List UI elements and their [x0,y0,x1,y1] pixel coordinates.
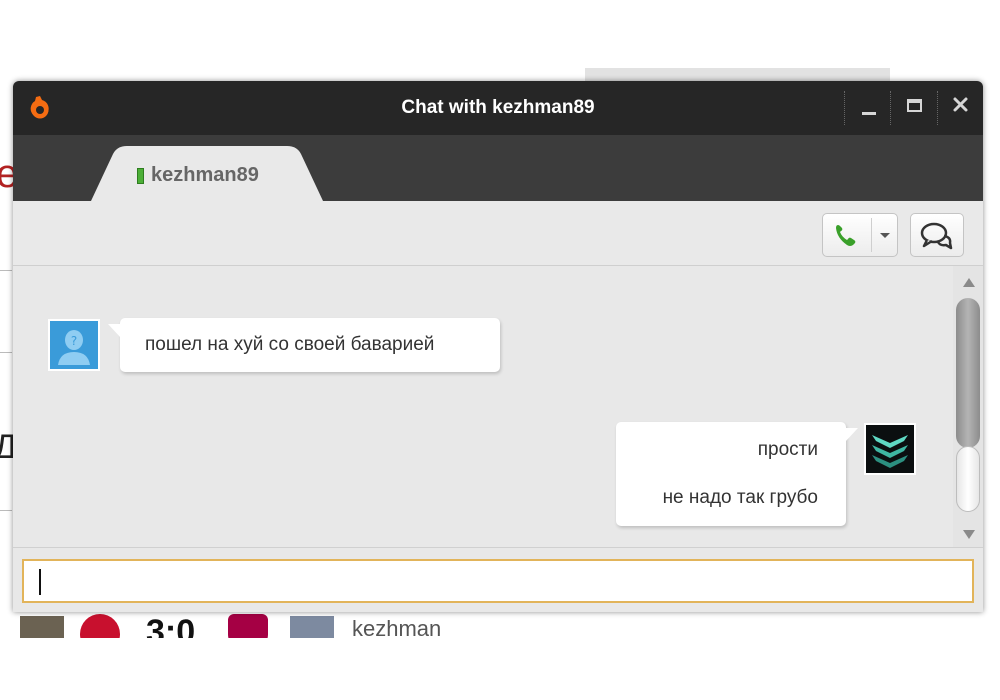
phone-icon [836,225,856,246]
message-input[interactable] [22,559,974,603]
close-icon [953,97,968,112]
message-scrollbar[interactable] [953,266,983,547]
scrollbar-track[interactable] [956,298,980,448]
default-user-avatar[interactable]: ? [48,319,100,371]
background-thumbnail [290,616,334,638]
match-score: 3:0 [146,613,196,638]
background-match-row: 3:0 kezhman [0,612,1000,638]
call-button-divider [871,218,872,252]
message-text: прости [757,439,818,460]
message-list: ? пошел на хуй со своей баварией прости … [13,266,953,547]
title-bar[interactable]: Chat with kezhman89 [13,81,983,135]
chat-toolbar [13,201,983,266]
close-button[interactable] [946,93,976,123]
scrollbar-thumb[interactable] [956,446,980,512]
message-bubble-received: пошел на хуй со своей баварией [108,318,500,372]
online-status-icon [137,168,144,184]
scroll-up-icon[interactable] [963,278,975,287]
minimize-button[interactable] [854,93,884,123]
chat-bubbles-icon [920,222,953,250]
screen: е Д 3:0 kezhman Chat with kezhman89 kezh… [0,0,1000,700]
tab-kezhman89[interactable]: kezhman89 [91,146,323,201]
text-caret [39,569,41,595]
compose-area [13,547,983,612]
voice-call-button[interactable] [822,213,898,257]
scroll-down-icon[interactable] [963,530,975,539]
chat-options-button[interactable] [910,213,964,257]
window-title: Chat with kezhman89 [401,97,595,118]
background-page-bar [585,68,890,82]
chat-window: Chat with kezhman89 kezhman89 ? пошел на… [13,81,983,612]
title-separator [890,91,892,125]
message-text: пошел на хуй со своей баварией [145,334,435,355]
background-username[interactable]: kezhman [352,616,441,638]
maximize-icon [907,99,922,112]
background-thumbnail [20,616,64,638]
background-divider [0,352,12,353]
message-text: не надо так грубо [662,487,818,508]
tab-bar: kezhman89 [13,135,983,201]
caret-down-icon[interactable] [873,214,897,256]
bayern-logo-icon [80,614,120,638]
barcelona-logo-icon [228,614,268,638]
title-separator [844,91,846,125]
background-divider [0,270,12,271]
background-divider [0,510,12,511]
user-avatar-emblem[interactable] [864,423,916,475]
tab-label: kezhman89 [151,164,259,186]
svg-text:?: ? [71,334,77,348]
minimize-icon [862,112,876,115]
title-separator [937,91,939,125]
maximize-button[interactable] [900,93,930,123]
message-bubble-sent: прости не надо так грубо [616,422,858,526]
